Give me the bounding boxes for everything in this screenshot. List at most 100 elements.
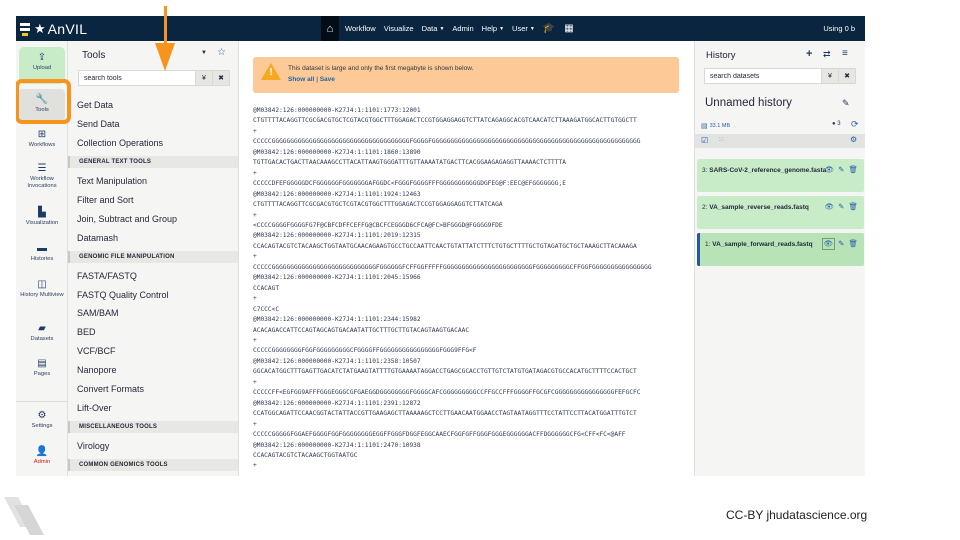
favorites-star-icon[interactable]: ☆	[217, 47, 226, 58]
tool-search-input[interactable]	[79, 71, 195, 85]
tool-category[interactable]: BED	[68, 323, 238, 342]
quota-usage[interactable]: Using 0 b	[823, 16, 855, 41]
dataset-actions: 👁 ✎ 🗑	[825, 202, 858, 212]
tool-category[interactable]: Get Data	[68, 96, 238, 115]
tool-category[interactable]: Send Data	[68, 115, 238, 134]
advanced-search-toggle-icon[interactable]: ¥	[195, 71, 212, 85]
activity-bar: ⇪ Upload 🔧 Tools ⊞ Workflows ☰ Workflow …	[16, 41, 68, 476]
history-search-input[interactable]	[705, 69, 821, 83]
activity-workflow-invocations[interactable]: ☰ Workflow Invocations	[19, 163, 65, 190]
brand[interactable]: ★ AnVIL	[16, 16, 87, 41]
tool-category[interactable]: SAM/BAM	[68, 304, 238, 323]
activity-pages[interactable]: ▤ Pages	[19, 358, 65, 378]
dataset-name[interactable]: VA_sample_forward_reads.fastq	[712, 241, 812, 248]
main-nav: ⌂ Workflow Visualize Data ▼ Admin Help ▼ U…	[321, 16, 583, 41]
history-dataset-item[interactable]: 3: SARS-CoV-2_reference_genome.fasta 👁 ✎ 🗑	[697, 159, 864, 192]
nav-user[interactable]: User ▼	[512, 24, 535, 33]
home-icon[interactable]: ⌂	[321, 16, 339, 41]
nav-help[interactable]: Help ▼	[482, 24, 504, 33]
alert-links: Show all | Save	[288, 76, 335, 83]
hdd-icon: ▬	[37, 243, 47, 254]
fastq-line: +	[253, 462, 257, 470]
history-panel-title: History	[706, 50, 736, 61]
tool-category[interactable]: Text Manipulation	[68, 172, 238, 191]
tool-panel-title: Tools	[82, 50, 106, 61]
activity-history-multiview[interactable]: ◫ History Multiview	[19, 279, 65, 299]
file-icon: ▤	[37, 358, 47, 369]
pencil-icon[interactable]: ✎	[838, 202, 844, 212]
activity-admin[interactable]: 👤 Admin	[19, 446, 65, 466]
clear-search-icon[interactable]: ✖	[212, 71, 229, 85]
activity-histories[interactable]: ▬ Histories	[19, 243, 65, 263]
tool-category[interactable]: FASTQ Quality Control	[68, 285, 238, 304]
trash-icon[interactable]: 🗑	[848, 202, 858, 212]
activity-visualization[interactable]: ▙ Visualization	[19, 207, 65, 227]
trash-icon[interactable]: 🗑	[848, 165, 858, 175]
new-history-icon[interactable]: +	[806, 48, 812, 60]
history-settings-icon[interactable]: ⚙	[850, 135, 857, 144]
sitemap-icon: ⊞	[37, 129, 47, 140]
annotation-arrow-head	[155, 43, 175, 71]
nav-visualize[interactable]: Visualize	[384, 24, 414, 33]
fastq-line: @M03842:126:000000000-K27J4:1:1101:2344:…	[253, 316, 421, 324]
dataset-name[interactable]: VA_sample_reverse_reads.fastq	[709, 204, 809, 211]
pencil-icon[interactable]: ✎	[838, 165, 844, 175]
chart-icon: ▙	[38, 207, 46, 218]
tool-category[interactable]: FASTA/FASTQ	[68, 266, 238, 285]
activity-datasets[interactable]: ▰ Datasets	[19, 323, 65, 343]
edit-history-icon[interactable]: ✎	[842, 98, 850, 109]
dataset-hid: 1:	[705, 241, 711, 248]
annotation-arrow-shaft	[164, 6, 167, 44]
refresh-icon[interactable]: ⟳	[851, 119, 859, 130]
history-dataset-item[interactable]: 2: VA_sample_reverse_reads.fastq 👁 ✎ 🗑	[697, 196, 864, 229]
collapse-items-icon[interactable]: ⁙	[718, 135, 725, 144]
fastq-line: +	[253, 127, 257, 135]
activity-tools[interactable]: 🔧 Tools	[19, 89, 65, 123]
history-size[interactable]: ▤ 33.1 MB	[701, 122, 730, 130]
fastq-line: @M03842:126:000000000-K27J4:1:1101:1924:…	[253, 190, 421, 198]
fastq-line: CCCCCGGGGGGGGGGGGGGGGGGGGGGGGGGGGGGGGGGG…	[253, 138, 641, 146]
tool-category[interactable]: Virology	[68, 436, 238, 455]
dataset-name[interactable]: SARS-CoV-2_reference_genome.fasta	[709, 167, 826, 174]
nav-data[interactable]: Data ▼	[422, 24, 445, 33]
graduation-cap-icon[interactable]: 🎓	[543, 23, 555, 34]
tool-category[interactable]: Join, Subtract and Group	[68, 209, 238, 228]
activity-upload[interactable]: ⇪ Upload	[19, 47, 65, 84]
switch-history-icon[interactable]: ⇄	[823, 49, 831, 60]
tool-category[interactable]: Collection Operations	[68, 134, 238, 153]
panel-view-dropdown-icon[interactable]: ▼	[201, 50, 207, 56]
pencil-icon[interactable]: ✎	[838, 239, 844, 249]
brand-name: AnVIL	[47, 20, 88, 37]
advanced-search-toggle-icon[interactable]: ¥	[821, 69, 838, 83]
tool-category[interactable]: Datamash	[68, 228, 238, 247]
history-options-icon[interactable]: ≡	[842, 48, 848, 59]
select-items-icon[interactable]: ☑	[701, 136, 708, 145]
history-dataset-item[interactable]: 1: VA_sample_forward_reads.fastq 👁 ✎ 🗑	[697, 233, 864, 266]
tool-category[interactable]: VCF/BCF	[68, 342, 238, 361]
fastq-line: @M03842:126:000000000-K27J4:1:1101:2019:…	[253, 232, 421, 240]
clear-search-icon[interactable]: ✖	[838, 69, 855, 83]
map-marker-icon: ●	[832, 121, 836, 127]
fastq-line: +	[253, 211, 257, 219]
activity-workflows[interactable]: ⊞ Workflows	[19, 129, 65, 149]
tool-category[interactable]: Nanopore	[68, 361, 238, 380]
fastq-line: CCCCCGGGGGFGGAEFGGGGFGGFGGGGGGGGEGGFFGGG…	[253, 431, 626, 439]
eye-icon[interactable]: 👁	[825, 165, 835, 175]
activity-settings[interactable]: ⚙ Settings	[19, 410, 65, 430]
grid-icon[interactable]: ▦	[564, 23, 573, 34]
nav-admin[interactable]: Admin	[452, 24, 473, 33]
tool-category[interactable]: Convert Formats	[68, 380, 238, 399]
gear-icon: ⚙	[37, 410, 47, 421]
history-dataset-count[interactable]: ● 3	[832, 121, 841, 127]
fastq-line: +	[253, 169, 257, 177]
nav-workflow[interactable]: Workflow	[345, 24, 376, 33]
save-link[interactable]: Save	[320, 76, 335, 83]
user-cog-icon: 👤	[35, 446, 49, 457]
tool-panel: Tools ▼ ☆ ¥ ✖ Get DataSend DataCollectio…	[68, 41, 239, 476]
eye-icon[interactable]: 👁	[825, 202, 835, 212]
tool-category[interactable]: Lift-Over	[68, 398, 238, 417]
eye-icon[interactable]: 👁	[821, 238, 836, 250]
show-all-link[interactable]: Show all	[288, 76, 314, 83]
tool-category[interactable]: Filter and Sort	[68, 191, 238, 210]
trash-icon[interactable]: 🗑	[848, 239, 858, 249]
